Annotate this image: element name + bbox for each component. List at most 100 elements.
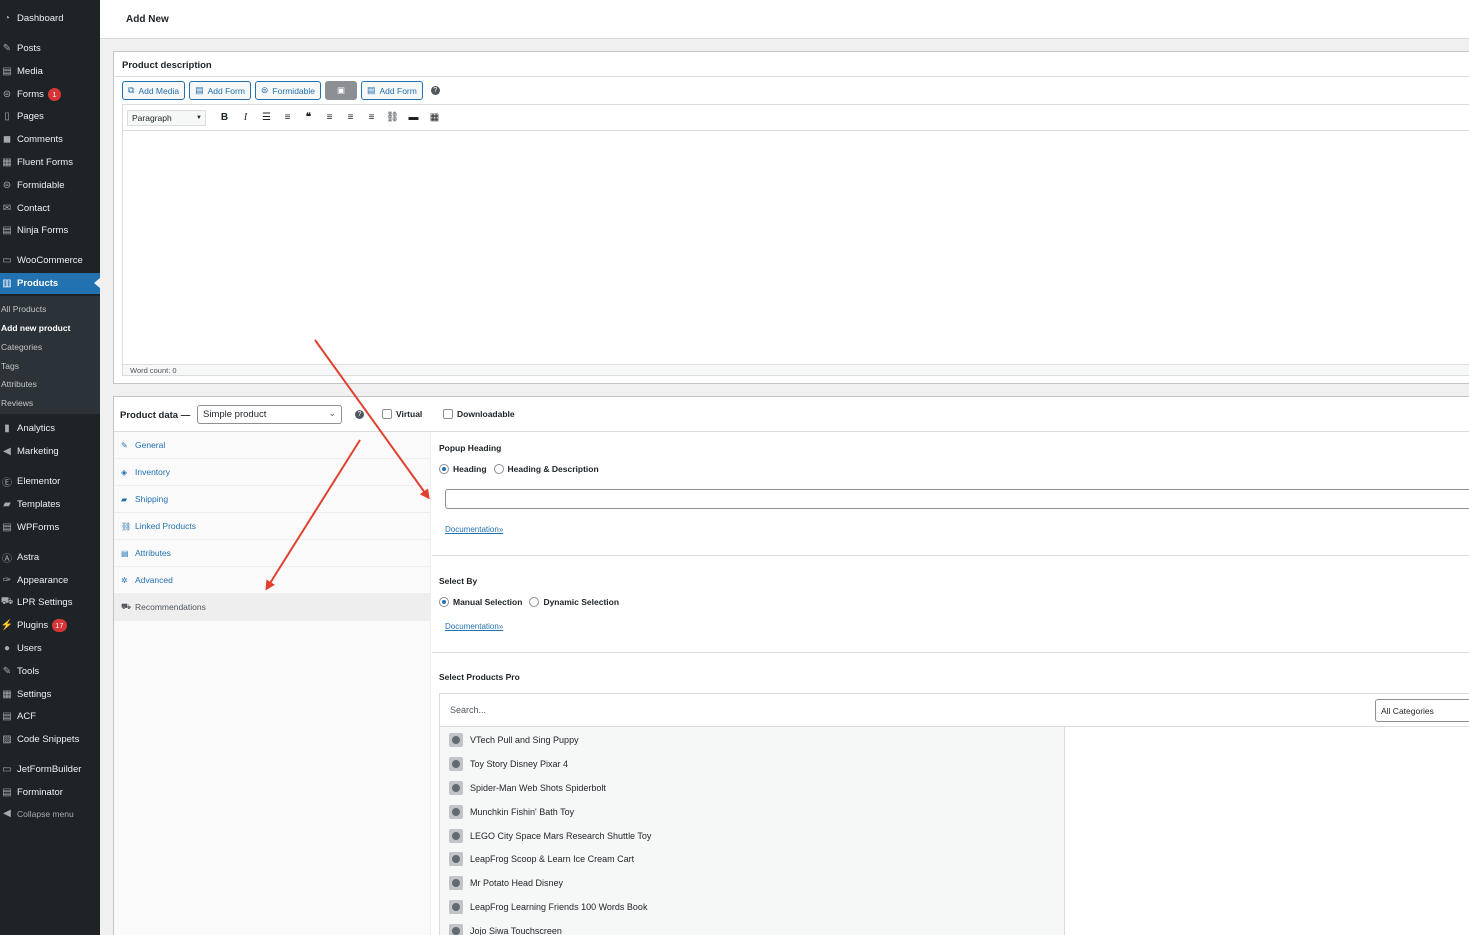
sidebar-item-fluent-forms[interactable]: ▦ Fluent Forms [0,152,100,173]
category-select[interactable]: All Categories [1375,699,1469,722]
formidable-button[interactable]: ⊜ Formidable [254,81,321,100]
help-icon[interactable]: ? [355,410,364,419]
list-item[interactable]: Munchkin Fishin' Bath Toy [449,805,574,819]
editor-toolbar: Paragraph ▼ B I ☰ ≡ ❝ ≡ ≡ ≡ ⛓ ▬ ▦ [123,105,1469,131]
sidebar-item-plugins[interactable]: ⚡ Plugins 17 [0,615,100,636]
format-select[interactable]: Paragraph ▼ [127,109,206,126]
truck-icon: ▰ [121,494,128,504]
popup-heading-input[interactable] [445,489,1469,509]
add-form-button[interactable]: ▤ Add Form [189,81,251,100]
sidebar-item-templates[interactable]: ▰ Templates [0,494,100,515]
radio-heading-description[interactable] [493,464,504,474]
list-item[interactable]: LEGO City Space Mars Research Shuttle To… [449,829,651,843]
products-icon: ▥ [2,278,12,289]
sidebar-item-media[interactable]: ▤ Media [0,61,100,82]
sidebar-item-appearance[interactable]: ✑ Appearance [0,570,100,591]
select-by-documentation-link[interactable]: Documentation» [445,622,503,631]
sidebar-item-settings[interactable]: ▦ Settings [0,684,100,705]
submenu-categories[interactable]: Categories [1,342,42,352]
checkbox-box[interactable] [382,409,392,419]
tab-general[interactable]: ✎ General [114,432,431,459]
list-item[interactable]: LeapFrog Learning Friends 100 Words Book [449,900,647,914]
collapse-menu-button[interactable]: ◀ Collapse menu [0,803,100,824]
sidebar-item-analytics[interactable]: ▮ Analytics [0,418,100,439]
list-item[interactable]: Toy Story Disney Pixar 4 [449,757,568,771]
submenu-reviews[interactable]: Reviews [1,398,33,408]
submenu-all-products[interactable]: All Products [1,304,46,314]
sidebar-item-acf[interactable]: ▤ ACF [0,706,100,727]
submenu-add-new-product[interactable]: Add new product [1,323,70,333]
sidebar-item-comments[interactable]: ◼ Comments [0,129,100,150]
sidebar-item-products[interactable]: ▥ Products [0,273,100,294]
sidebar-item-astra[interactable]: Ⓐ Astra [0,547,100,568]
help-icon[interactable]: ? [430,86,440,95]
toolbar-toggle-icon[interactable]: ▦ [424,112,445,123]
description-editor: Paragraph ▼ B I ☰ ≡ ❝ ≡ ≡ ≡ ⛓ ▬ ▦ Word co… [122,104,1469,376]
popup-heading-documentation-link[interactable]: Documentation» [445,525,503,534]
add-media-button[interactable]: ⧉ Add Media [122,81,186,100]
sidebar-item-ninja-forms[interactable]: ▤ Ninja Forms [0,220,100,241]
sidebar-item-forminator[interactable]: ▤ Forminator [0,782,100,803]
elementor-icon: Ⓔ [2,478,12,489]
downloadable-checkbox[interactable]: Downloadable [443,409,515,419]
sidebar-item-formidable[interactable]: ⊜ Formidable [0,175,100,196]
tab-inventory[interactable]: ◈ Inventory [114,459,431,486]
editor-text-area[interactable] [123,131,1469,366]
sidebar-item-dashboard[interactable]: ◔ Dashboard [0,8,100,29]
list-item[interactable]: Mr Potato Head Disney [449,876,563,890]
submenu-attributes[interactable]: Attributes [1,379,37,389]
align-center-icon[interactable]: ≡ [340,112,361,123]
tab-advanced[interactable]: ✲ Advanced [114,567,431,594]
tab-recommendations[interactable]: ⛟ Recommendations [114,594,431,621]
align-right-icon[interactable]: ≡ [361,112,382,123]
sidebar-item-jetformbuilder[interactable]: ▭ JetFormBuilder [0,759,100,780]
sidebar-item-lpr-settings[interactable]: ⛟ LPR Settings [0,592,100,613]
radio-dynamic-selection[interactable] [529,597,540,607]
checkbox-box[interactable] [443,409,453,419]
dashboard-icon: ◔ [3,13,11,24]
numbered-list-icon[interactable]: ≡ [277,112,298,123]
product-picker: Search... All Categories VTech Pull and … [439,693,1469,935]
read-more-icon[interactable]: ▬ [403,112,424,123]
bold-icon[interactable]: B [214,112,235,123]
product-search-input[interactable]: Search... [450,705,486,715]
folder-icon: ▰ [3,499,11,510]
sidebar-item-code-snippets[interactable]: ▨ Code Snippets [0,729,100,750]
list-item[interactable]: VTech Pull and Sing Puppy [449,733,579,747]
sidebar-item-forms[interactable]: ⊜ Forms 1 [0,84,100,105]
sidebar-item-contact[interactable]: ✉ Contact [0,198,100,219]
product-data-header: Product data — Simple product ⌄ ? Virtual… [114,397,1469,432]
tab-attributes[interactable]: ▤ Attributes [114,540,431,567]
sidebar-item-users[interactable]: ● Users [0,638,100,659]
radio-manual-selection[interactable] [439,597,449,607]
italic-icon[interactable]: I [235,112,256,123]
comments-icon: ◼ [2,134,12,145]
submenu-tags[interactable]: Tags [1,361,19,371]
radio-heading[interactable] [439,464,449,474]
sidebar-item-pages[interactable]: ▯ Pages [0,106,100,127]
product-thumbnail [449,829,463,843]
tab-shipping[interactable]: ▰ Shipping [114,486,431,513]
list-item[interactable]: Jojo Siwa Touchscreen [449,924,562,935]
sidebar-item-posts[interactable]: ✎ Posts [0,38,100,59]
sidebar-item-elementor[interactable]: Ⓔ Elementor [0,471,100,492]
blockquote-icon[interactable]: ❝ [298,112,319,123]
sidebar-item-wpforms[interactable]: ▤ WPForms [0,517,100,538]
analytics-icon: ▮ [4,423,10,434]
tab-linked-products[interactable]: ⛓ Linked Products [114,513,431,540]
product-thumbnail [449,733,463,747]
bullet-list-icon[interactable]: ☰ [256,112,277,123]
virtual-checkbox[interactable]: Virtual [382,409,422,419]
link-icon[interactable]: ⛓ [382,112,403,123]
list-item[interactable]: LeapFrog Scoop & Learn Ice Cream Cart [449,852,634,866]
ninja-forms-icon: ▤ [2,225,12,236]
sidebar-item-marketing[interactable]: ◀ Marketing [0,441,100,462]
align-left-icon[interactable]: ≡ [319,112,340,123]
clipboard-button[interactable]: ▣ [325,81,357,100]
add-form-button-2[interactable]: ▤ Add Form [361,81,423,100]
product-type-select[interactable]: Simple product ⌄ [197,405,342,424]
sidebar-item-tools[interactable]: ✎ Tools [0,661,100,682]
sidebar-item-woocommerce[interactable]: ▭ WooCommerce [0,250,100,271]
list-item[interactable]: Spider-Man Web Shots Spiderbolt [449,781,606,795]
gear-icon: ✲ [121,575,128,585]
